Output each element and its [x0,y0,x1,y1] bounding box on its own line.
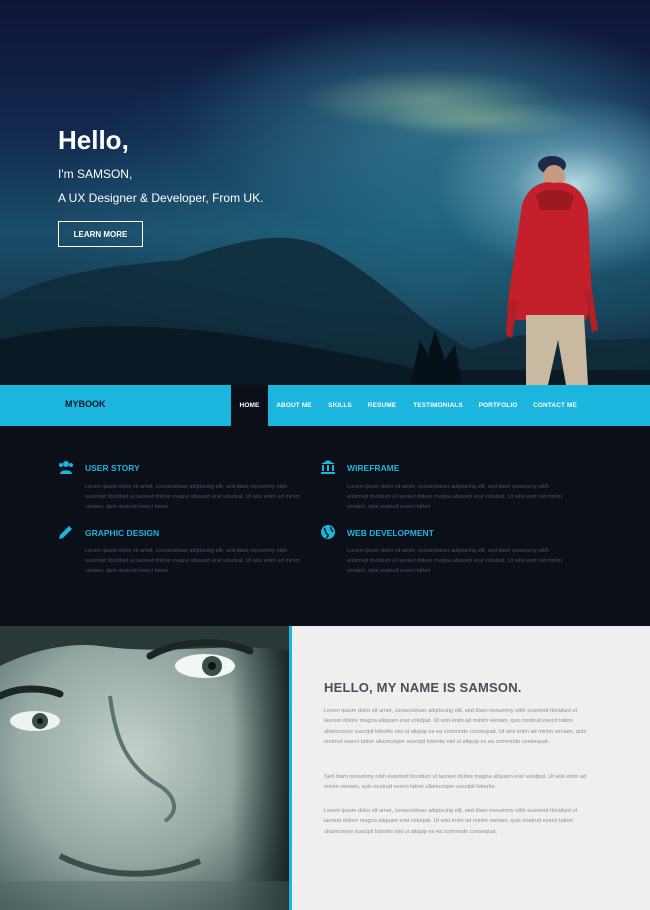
service-description: Lorem ipsum dolor sit amet, consectetuer… [85,548,301,574]
nav-item-contact-me[interactable]: CONTACT ME [528,385,582,426]
hero-subtitle-role: A UX Designer & Developer, From UK. [58,191,264,205]
about-paragraph: Lorem ipsum dolor sit amet, consectetuer… [324,808,578,835]
main-navbar: MYBOOK HOME ABOUT ME SKILLS RESUME TESTI… [0,385,650,426]
bank-icon [321,460,335,474]
about-title: HELLO, MY NAME IS SAMSON. [324,680,522,695]
service-title: WEB DEVELOPMENT [347,528,434,538]
hero-subtitle-name: I'm SAMSON, [58,167,133,181]
hero-title: Hello, [58,125,129,155]
service-title: WIREFRAME [347,463,400,473]
service-description: Lorem ipsum dolor sit amet, consectetuer… [85,484,301,510]
about-paragraph: Lorem ipsum dolor sit amet, consectetuer… [324,708,587,746]
learn-more-button[interactable]: LEARN MORE [58,221,143,247]
service-description: Lorem ipsum dolor sit amet, consectetuer… [347,548,563,574]
portrait-illustration [0,626,289,910]
nav-item-resume[interactable]: RESUME [364,385,400,426]
about-paragraph: Sed diam nonummy nibh euismod tincidunt … [324,774,587,791]
globe-icon [321,525,335,539]
pencil-icon [59,526,72,539]
services-section: USER STORY Lorem ipsum dolor sit amet, c… [0,426,650,626]
nav-item-testimonials[interactable]: TESTIMONIALS [408,385,468,426]
portrait-photo [0,626,289,910]
service-title: USER STORY [85,463,140,473]
nav-item-portfolio[interactable]: PORTFOLIO [474,385,522,426]
hero-section: Hello, I'm SAMSON, A UX Designer & Devel… [0,0,650,385]
hero-cloud [380,100,580,140]
service-title: GRAPHIC DESIGN [85,528,160,538]
nav-item-home[interactable]: HOME [231,385,268,426]
nav-item-skills[interactable]: SKILLS [324,385,356,426]
users-icon [59,461,73,474]
hiker-figure [506,156,598,385]
nav-item-about-me[interactable]: ABOUT ME [272,385,316,426]
brand-logo[interactable]: MYBOOK [65,399,106,409]
about-section: HELLO, MY NAME IS SAMSON. Lorem ipsum do… [292,626,650,910]
service-description: Lorem ipsum dolor sit amet, consectetuer… [347,484,563,510]
